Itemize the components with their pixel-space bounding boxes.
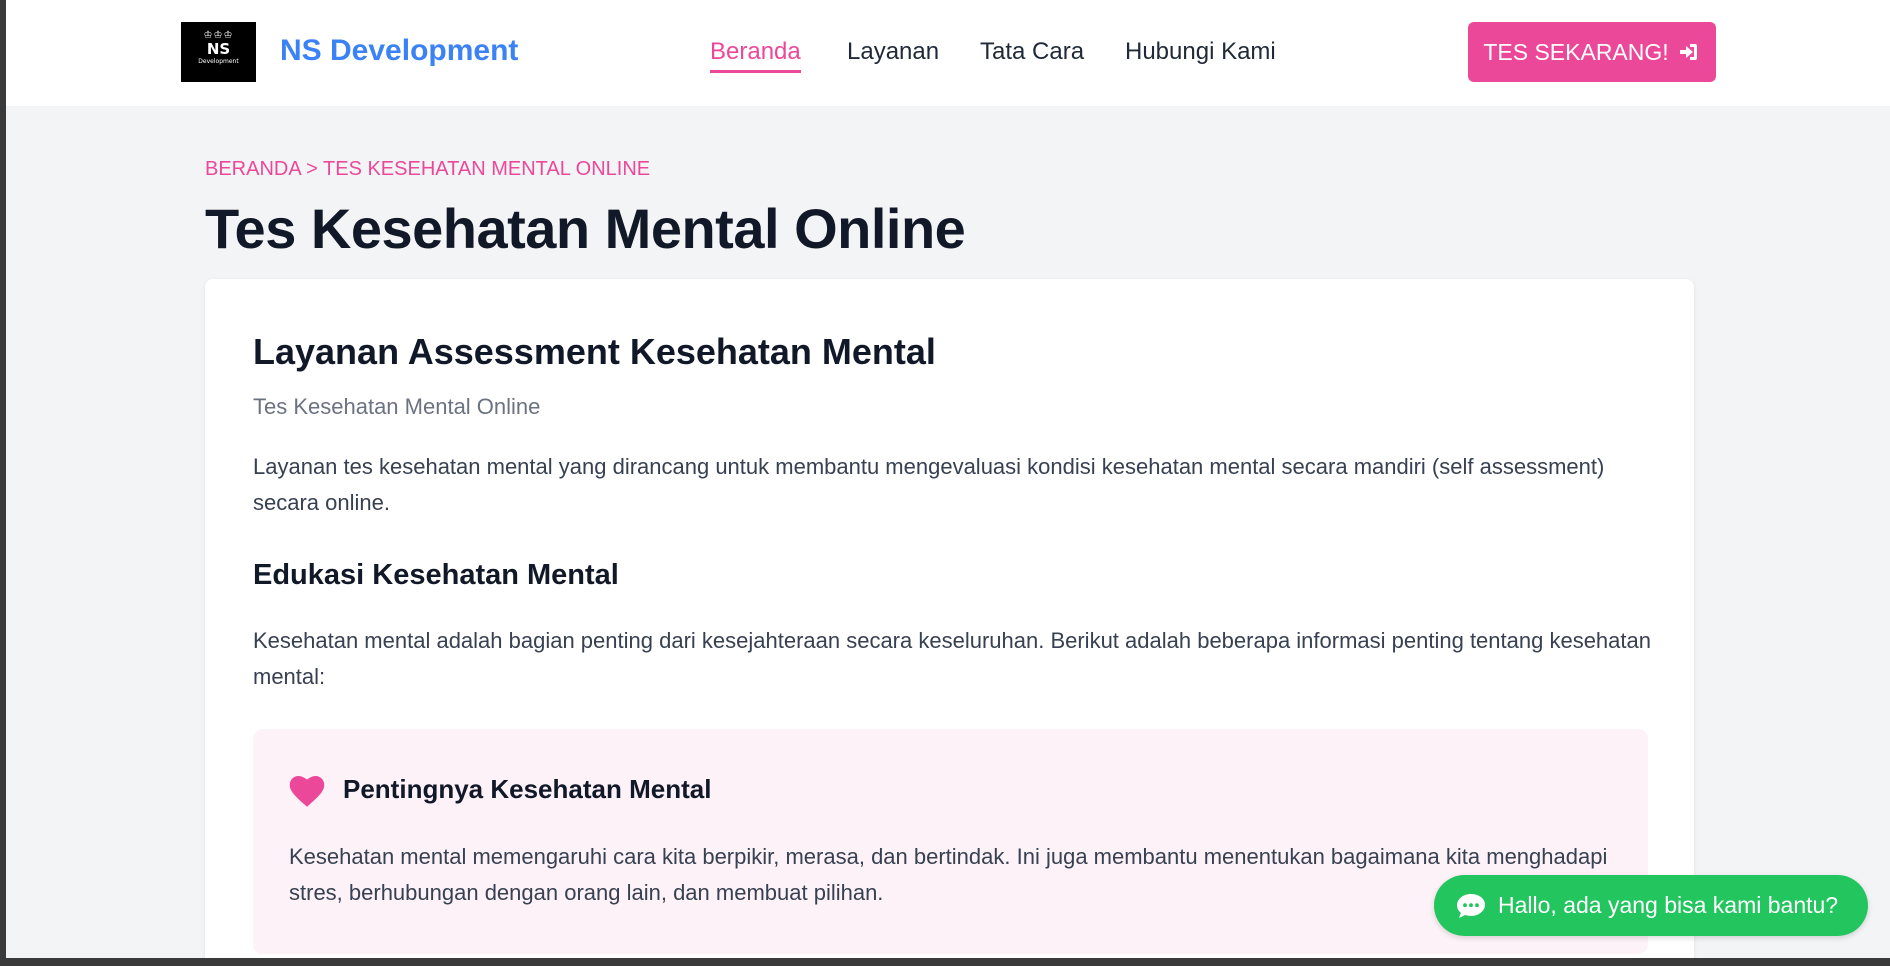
- nav-item-hubungi-kami[interactable]: Hubungi Kami: [1125, 38, 1276, 70]
- section-description: Kesehatan mental adalah bagian penting d…: [253, 628, 1651, 689]
- card-title: Layanan Assessment Kesehatan Mental: [253, 331, 936, 372]
- site-header: ♔♔♔ NS Development NS Development Berand…: [6, 0, 1890, 106]
- nav-item-tata-cara[interactable]: Tata Cara: [980, 38, 1084, 70]
- info-box-text: Kesehatan mental memengaruhi cara kita b…: [289, 844, 1608, 905]
- chat-widget-button[interactable]: Hallo, ada yang bisa kami bantu?: [1434, 875, 1868, 936]
- page-title: Tes Kesehatan Mental Online: [205, 197, 966, 260]
- browser-viewport: ♔♔♔ NS Development NS Development Berand…: [6, 0, 1890, 958]
- sign-in-icon: [1679, 44, 1697, 60]
- content-card: Layanan Assessment Kesehatan Mental Tes …: [205, 279, 1694, 958]
- card-subtitle: Tes Kesehatan Mental Online: [253, 394, 541, 419]
- section-title: Edukasi Kesehatan Mental: [253, 559, 619, 591]
- info-box-title: Pentingnya Kesehatan Mental: [343, 774, 712, 804]
- chat-widget-label: Hallo, ada yang bisa kami bantu?: [1498, 892, 1839, 918]
- heart-icon: [289, 776, 325, 807]
- chat-bubble-icon: [1457, 893, 1485, 918]
- card-description: Layanan tes kesehatan mental yang diranc…: [253, 454, 1605, 515]
- nav-item-beranda[interactable]: Beranda: [710, 38, 801, 73]
- test-now-label: TES SEKARANG!: [1483, 38, 1669, 65]
- breadcrumb[interactable]: BERANDA > TES KESEHATAN MENTAL ONLINE: [205, 158, 650, 181]
- test-now-button[interactable]: TES SEKARANG!: [1468, 22, 1716, 82]
- nav-item-layanan[interactable]: Layanan: [847, 38, 939, 70]
